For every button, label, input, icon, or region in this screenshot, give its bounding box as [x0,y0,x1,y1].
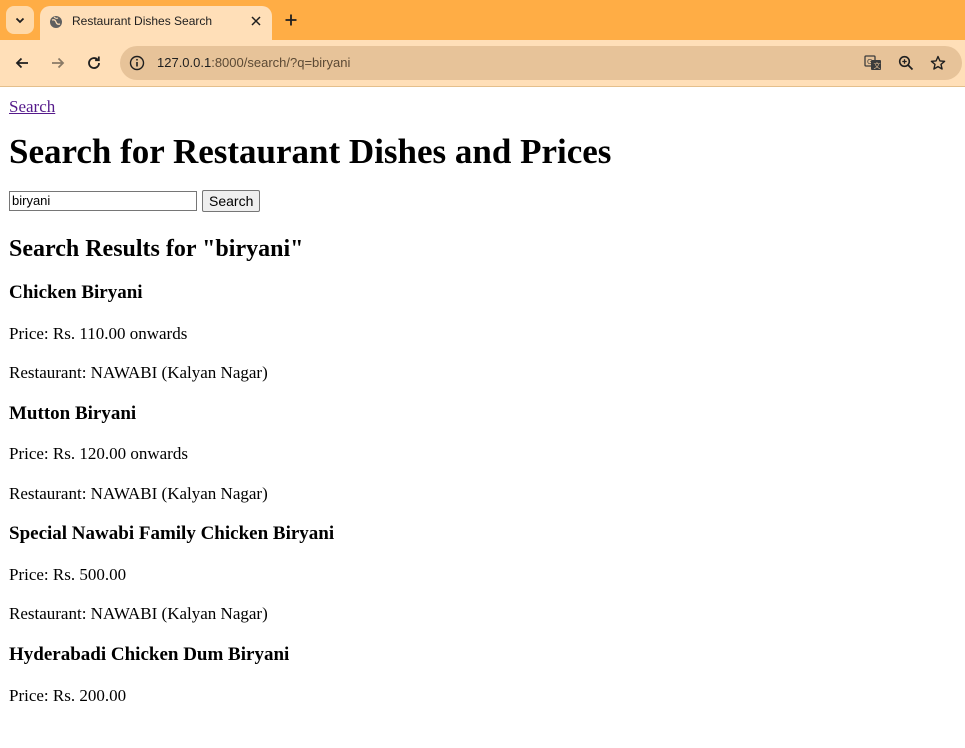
dish-price: Price: Rs. 500.00 [9,565,127,585]
tab-title: Restaurant Dishes Search [72,14,213,28]
dish-name: Hyderabadi Chicken Dum Biryani [9,643,290,665]
close-icon [251,16,261,26]
plus-icon [285,14,297,26]
tab-search-button[interactable] [6,6,34,34]
search-input[interactable] [9,190,197,211]
result-item: Hyderabadi Chicken Dum Biryani Price: Rs… [9,644,956,706]
result-item: Mutton Biryani Price: Rs. 120.00 onwards… [9,403,956,505]
search-nav-link[interactable]: Search [9,97,55,117]
translate-icon: G文 [864,55,881,70]
dish-price: Price: Rs. 200.00 [9,685,127,705]
dish-restaurant: Restaurant: NAWABI (Kalyan Nagar) [9,363,268,383]
reload-icon [88,56,100,69]
search-form: Search [9,189,956,212]
tab-close-button[interactable] [248,13,264,29]
dish-name: Special Nawabi Family Chicken Biryani [9,523,335,545]
dish-name: Chicken Biryani [9,282,143,304]
url-text[interactable]: 127.0.0.1:8000/search/?q=biryani [157,55,350,70]
svg-text:文: 文 [874,61,881,70]
site-info-button[interactable] [128,54,146,72]
star-icon [930,55,946,70]
bookmark-button[interactable] [929,54,947,72]
result-item: Chicken Biryani Price: Rs. 110.00 onward… [9,282,956,384]
url-host: 127.0.0.1 [157,55,212,70]
dish-name: Mutton Biryani [9,402,137,424]
globe-icon [50,16,62,28]
svg-text:G: G [867,58,872,66]
page-title: Search for Restaurant Dishes and Prices [9,132,612,171]
chevron-down-icon [15,17,25,24]
dish-restaurant: Restaurant: NAWABI (Kalyan Nagar) [9,483,268,503]
dish-price: Price: Rs. 120.00 onwards [9,444,188,464]
translate-button[interactable]: G文 [864,54,882,72]
results-heading: Search Results for "biryani" [9,235,304,262]
search-button[interactable]: Search [202,189,261,212]
result-item: Special Nawabi Family Chicken Biryani Pr… [9,523,956,625]
site-info-icon [129,55,145,71]
browser-toolbar: 127.0.0.1:8000/search/?q=biryani G文 [0,40,965,87]
tab-strip: Restaurant Dishes Search [0,0,965,40]
new-tab-button[interactable] [282,11,300,29]
forward-button[interactable] [48,53,68,73]
url-path: :8000/search/?q=biryani [211,55,351,70]
back-arrow-icon [15,57,28,69]
dish-price: Price: Rs. 110.00 onwards [9,323,188,343]
back-button[interactable] [12,53,32,73]
reload-button[interactable] [84,53,104,73]
zoom-button[interactable] [897,54,915,72]
dish-restaurant: Restaurant: NAWABI (Kalyan Nagar) [9,604,268,624]
forward-arrow-icon [52,57,65,69]
active-tab[interactable]: Restaurant Dishes Search [40,6,272,40]
address-bar[interactable]: 127.0.0.1:8000/search/?q=biryani G文 [120,46,962,80]
page-content: Search Search for Restaurant Dishes and … [0,87,965,714]
zoom-icon [898,55,914,71]
